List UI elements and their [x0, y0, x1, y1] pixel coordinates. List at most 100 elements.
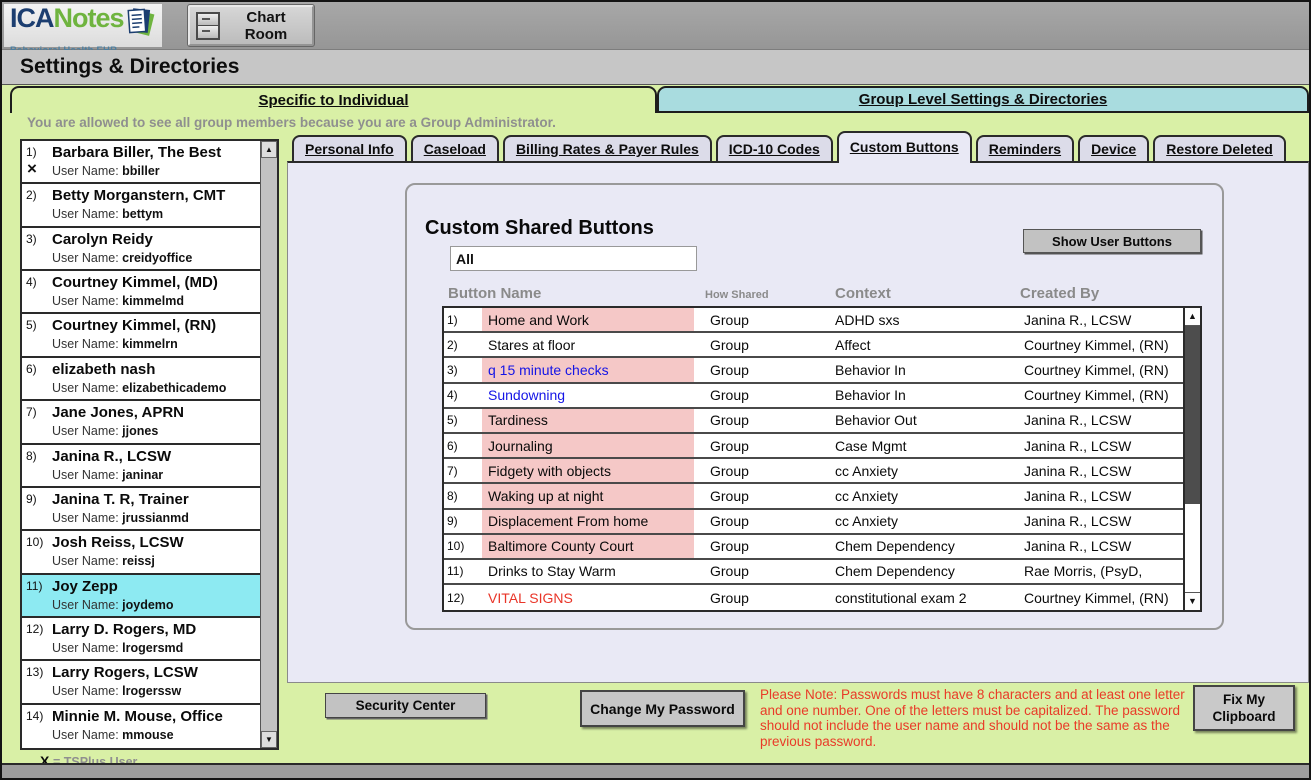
tab-restore-deleted[interactable]: Restore Deleted [1153, 135, 1286, 161]
logo-ica-text: ICA [10, 5, 54, 31]
fix-my-clipboard-button[interactable]: Fix My Clipboard [1193, 685, 1295, 731]
scroll-up-icon[interactable]: ▲ [261, 141, 277, 158]
list-item[interactable]: 10)Josh Reiss, LCSWUser Name: reissj [22, 531, 260, 574]
list-item[interactable]: 8)Janina R., LCSW User Name: janinar [22, 445, 260, 488]
user-info: elizabeth nashUser Name: elizabethicadem… [52, 358, 260, 399]
security-center-button[interactable]: Security Center [325, 693, 486, 718]
list-item[interactable]: 3)Carolyn ReidyUser Name: creidyoffice [22, 228, 260, 271]
icanotes-window: ICANotes Behavioral Health EHR Chart Roo… [0, 0, 1311, 780]
list-item[interactable]: 6)elizabeth nashUser Name: elizabethicad… [22, 358, 260, 401]
list-item[interactable]: 4)Courtney Kimmel, (MD)User Name: kimmel… [22, 271, 260, 314]
scroll-down-icon[interactable]: ▼ [261, 731, 277, 748]
user-username: User Name: joydemo [52, 598, 260, 612]
tab-caseload[interactable]: Caseload [411, 135, 499, 161]
button-name-cell: Fidgety with objects [482, 459, 694, 482]
row-number: 3) [444, 358, 482, 381]
list-item[interactable]: 11)Joy ZeppUser Name: joydemo [22, 575, 260, 618]
row-number: 6) [444, 434, 482, 457]
tab-billing-rates-payer-rules[interactable]: Billing Rates & Payer Rules [503, 135, 712, 161]
change-my-password-button[interactable]: Change My Password [580, 690, 745, 727]
user-number: 11) [22, 575, 52, 616]
user-name: Minnie M. Mouse, Office [52, 708, 260, 725]
user-number: 1)× [22, 141, 52, 182]
how-shared-cell: Group [694, 384, 819, 407]
user-name: Janina R., LCSW [52, 448, 260, 465]
list-item[interactable]: 5)Courtney Kimmel, (RN)User Name: kimmel… [22, 314, 260, 357]
how-shared-cell: Group [694, 459, 819, 482]
button-name-cell: Baltimore County Court [482, 535, 694, 558]
table-column-headers: Button Name How Shared Context Created B… [407, 285, 1222, 303]
table-row[interactable]: 10)Baltimore County CourtGroupChem Depen… [444, 535, 1183, 560]
table-row[interactable]: 6)JournalingGroupCase MgmtJanina R., LCS… [444, 434, 1183, 459]
scroll-down-icon[interactable]: ▼ [1185, 592, 1200, 610]
user-name: Janina T. R, Trainer [52, 491, 260, 508]
created-by-cell: Courtney Kimmel, (RN) [1009, 585, 1183, 610]
list-item[interactable]: 14)Minnie M. Mouse, OfficeUser Name: mmo… [22, 705, 260, 748]
filter-input[interactable] [450, 246, 697, 271]
user-username: User Name: lrogersmd [52, 641, 260, 655]
table-row[interactable]: 8)Waking up at nightGroupcc AnxietyJanin… [444, 484, 1183, 509]
tab-personal-info[interactable]: Personal Info [292, 135, 407, 161]
list-item[interactable]: 2)Betty Morganstern, CMTUser Name: betty… [22, 184, 260, 227]
title-band: Settings & Directories [2, 50, 1309, 84]
scroll-up-icon[interactable]: ▲ [1185, 308, 1200, 326]
table-row[interactable]: 7)Fidgety with objectsGroupcc AnxietyJan… [444, 459, 1183, 484]
row-number: 8) [444, 484, 482, 507]
list-item[interactable]: 12)Larry D. Rogers, MDUser Name: lrogers… [22, 618, 260, 661]
table-row[interactable]: 2)Stares at floorGroupAffectCourtney Kim… [444, 333, 1183, 358]
table-row[interactable]: 12)VITAL SIGNSGroupconstitutional exam 2… [444, 585, 1183, 610]
icanotes-logo[interactable]: ICANotes Behavioral Health EHR [4, 4, 162, 47]
table-row[interactable]: 3)q 15 minute checksGroupBehavior InCour… [444, 358, 1183, 383]
created-by-cell: Janina R., LCSW [1009, 434, 1183, 457]
user-info: Courtney Kimmel, (RN)User Name: kimmelrn [52, 314, 260, 355]
table-scrollbar[interactable]: ▲ ▼ [1183, 308, 1200, 610]
table-row[interactable]: 9)Displacement From homeGroupcc AnxietyJ… [444, 510, 1183, 535]
context-cell: constitutional exam 2 [819, 585, 1009, 610]
scrollbar-track[interactable] [1185, 504, 1200, 592]
button-name-cell: Journaling [482, 434, 694, 457]
tab-specific-to-individual[interactable]: Specific to Individual [10, 86, 657, 113]
table-row[interactable]: 5)TardinessGroupBehavior OutJanina R., L… [444, 409, 1183, 434]
user-username: User Name: kimmelrn [52, 337, 260, 351]
list-item[interactable]: 1)×Barbara Biller, The BestUser Name: bb… [22, 141, 260, 184]
user-number: 8) [22, 445, 52, 486]
custom-buttons-table: 1)Home and WorkGroupADHD sxsJanina R., L… [442, 306, 1202, 612]
tab-reminders[interactable]: Reminders [976, 135, 1074, 161]
tab-group-level-settings[interactable]: Group Level Settings & Directories [657, 86, 1309, 113]
how-shared-cell: Group [694, 333, 819, 356]
user-name: elizabeth nash [52, 361, 260, 378]
tab-device[interactable]: Device [1078, 135, 1149, 161]
list-item[interactable]: 9)Janina T. R, TrainerUser Name: jrussia… [22, 488, 260, 531]
list-item[interactable]: 13)Larry Rogers, LCSWUser Name: lrogerss… [22, 661, 260, 704]
user-list: 1)×Barbara Biller, The BestUser Name: bb… [20, 139, 279, 750]
created-by-cell: Janina R., LCSW [1009, 510, 1183, 533]
scrollbar-track[interactable] [261, 158, 277, 731]
scrollbar-thumb[interactable] [1185, 326, 1200, 504]
chart-room-button[interactable]: Chart Room [188, 5, 314, 46]
table-row[interactable]: 4)SundowningGroupBehavior InCourtney Kim… [444, 384, 1183, 409]
list-item[interactable]: 7)Jane Jones, APRNUser Name: jjones [22, 401, 260, 444]
table-row[interactable]: 1)Home and WorkGroupADHD sxsJanina R., L… [444, 308, 1183, 333]
row-number: 11) [444, 560, 482, 583]
user-name: Jane Jones, APRN [52, 404, 260, 421]
user-info: Barbara Biller, The BestUser Name: bbill… [52, 141, 260, 182]
show-user-buttons-button[interactable]: Show User Buttons [1023, 229, 1201, 253]
tab-icd-10-codes[interactable]: ICD-10 Codes [716, 135, 833, 161]
custom-shared-buttons-box: Custom Shared Buttons Show User Buttons … [405, 183, 1224, 630]
user-username: User Name: janinar [52, 468, 260, 482]
document-icon [126, 6, 156, 47]
button-name-cell: Drinks to Stay Warm [482, 560, 694, 583]
table-row[interactable]: 11)Drinks to Stay WarmGroupChem Dependen… [444, 560, 1183, 585]
user-info: Janina R., LCSW User Name: janinar [52, 445, 260, 486]
custom-buttons-panel: Custom Shared Buttons Show User Buttons … [287, 161, 1309, 683]
tab-custom-buttons[interactable]: Custom Buttons [837, 131, 972, 163]
user-info: Larry Rogers, LCSWUser Name: lrogerssw [52, 661, 260, 702]
how-shared-cell: Group [694, 560, 819, 583]
how-shared-cell: Group [694, 535, 819, 558]
main-area: Specific to Individual Group Level Setti… [2, 84, 1309, 767]
context-cell: cc Anxiety [819, 484, 1009, 507]
user-name: Josh Reiss, LCSW [52, 534, 260, 551]
user-username: User Name: bbiller [52, 164, 260, 178]
user-list-scrollbar[interactable]: ▲ ▼ [260, 141, 277, 748]
file-cabinet-icon [196, 12, 220, 40]
